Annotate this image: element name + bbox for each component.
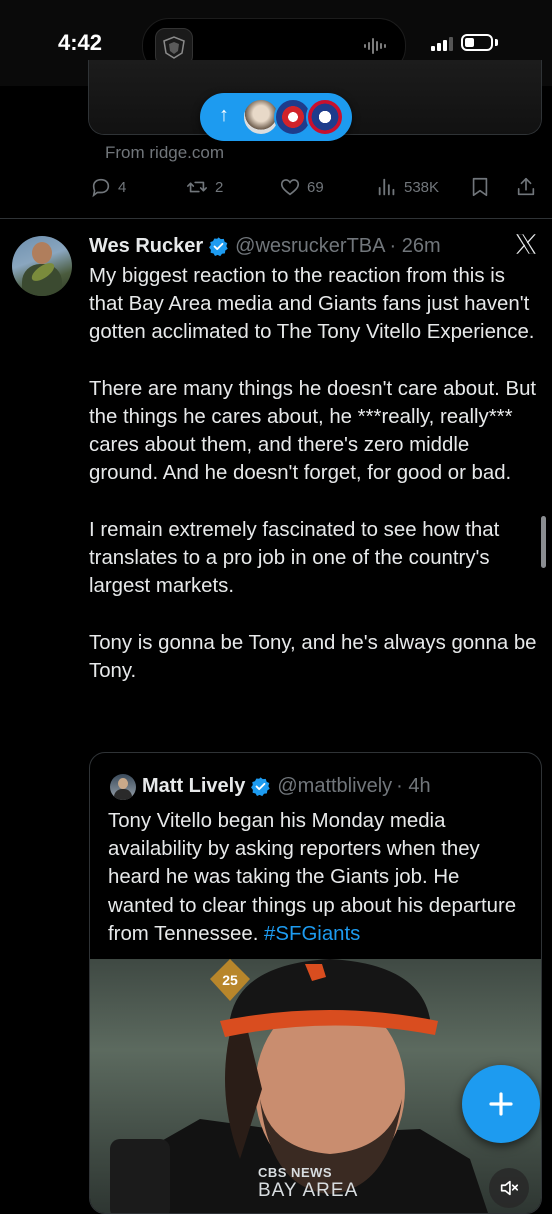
views-icon (378, 178, 395, 196)
repost-count: 2 (215, 178, 224, 196)
share-icon (517, 177, 535, 196)
reply-count: 4 (118, 178, 127, 196)
new-post-avatar (306, 98, 344, 136)
verified-badge-icon (250, 776, 271, 797)
scrollbar[interactable] (541, 516, 546, 568)
tweet-header: Wes Rucker @wesruckerTBA · 26m (89, 232, 441, 260)
share-button[interactable] (515, 176, 537, 198)
verified-badge-icon (208, 236, 229, 257)
reply-icon (92, 178, 110, 198)
cellular-signal-icon (431, 37, 453, 56)
author-name[interactable]: Wes Rucker (89, 235, 203, 258)
battery-icon (461, 34, 493, 51)
repost-button[interactable]: 2 (185, 176, 223, 198)
quoted-avatar (110, 774, 136, 800)
post-divider (0, 218, 552, 219)
views-button[interactable]: 538K (376, 176, 439, 198)
arrow-up-icon: ↑ (219, 104, 229, 126)
repost-icon (187, 181, 207, 193)
bookmark-icon (472, 177, 488, 197)
cbs-watermark-bottom: BAY AREA (258, 1180, 359, 1201)
new-posts-button[interactable]: ↑ (200, 93, 352, 141)
quoted-tweet[interactable]: Matt Lively @mattblively · 4h Tony Vitel… (89, 752, 542, 1214)
tweet-text: My biggest reaction to the reaction from… (89, 265, 537, 682)
quoted-author-handle: @mattblively (277, 774, 393, 797)
hashtag-link[interactable]: #SFGiants (264, 923, 360, 945)
quoted-tweet-text: Tony Vitello began his Monday media avai… (108, 807, 528, 948)
x-logo-icon (513, 231, 539, 262)
heart-icon (280, 179, 300, 196)
like-button[interactable]: 69 (279, 176, 324, 198)
speaker-mute-icon (500, 1180, 519, 1196)
status-time: 4:42 (58, 30, 103, 55)
compose-button[interactable] (462, 1065, 540, 1143)
cbs-watermark: CBS NEWS BAY AREA (258, 1165, 358, 1202)
quoted-author-name: Matt Lively (142, 774, 246, 797)
quoted-header: Matt Lively @mattblively · 4h (142, 773, 431, 799)
plus-icon (489, 1092, 513, 1116)
avatar[interactable] (12, 236, 72, 296)
views-count: 538K (404, 178, 440, 196)
bookmark-button[interactable] (470, 176, 490, 198)
post-time: · 26m (389, 234, 441, 257)
mute-button[interactable] (489, 1168, 529, 1208)
cbs-watermark-top: CBS NEWS (258, 1165, 333, 1180)
audio-wave-icon (363, 37, 389, 60)
quoted-post-time: · 4h (396, 774, 431, 797)
link-source[interactable]: From ridge.com (105, 143, 224, 163)
reply-button[interactable]: 4 (90, 176, 126, 198)
cap-patch-number: 25 (222, 972, 238, 988)
author-handle[interactable]: @wesruckerTBA (235, 235, 385, 258)
like-count: 69 (307, 178, 324, 196)
